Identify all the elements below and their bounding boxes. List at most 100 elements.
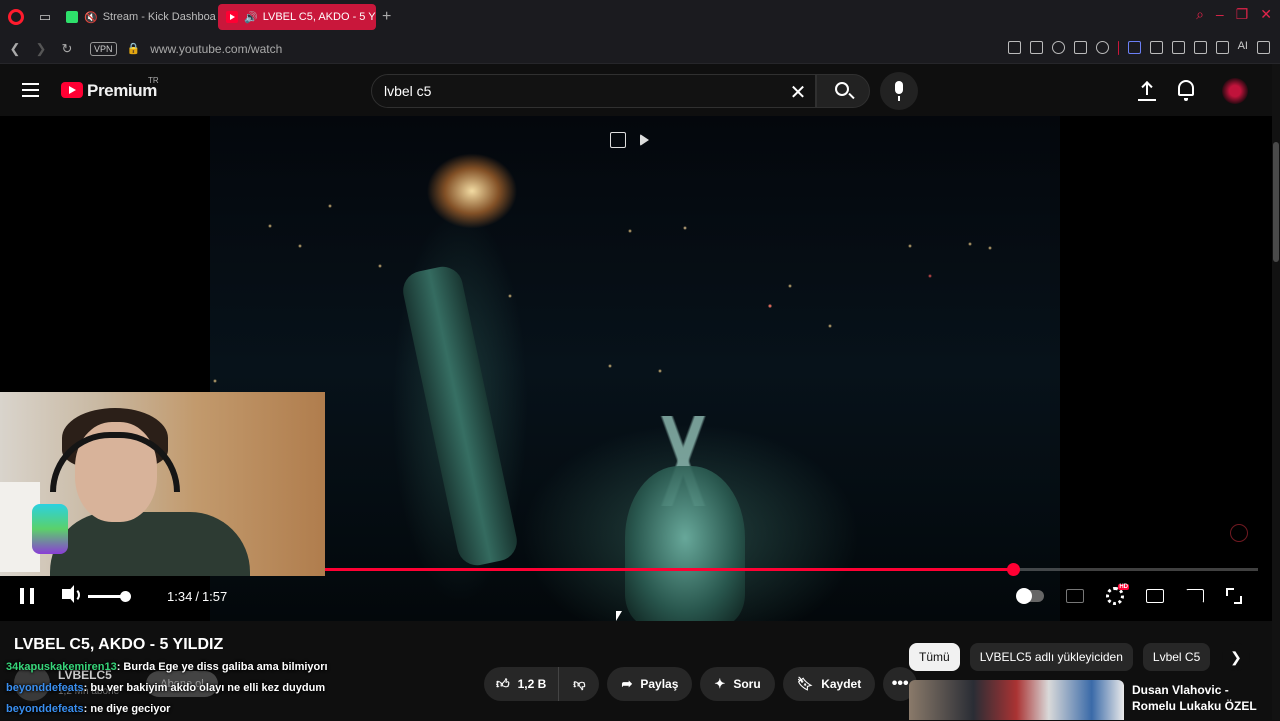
ask-label: Soru [733, 677, 761, 691]
subtitles-icon[interactable] [1066, 589, 1084, 603]
maximize-button[interactable]: ❐ [1236, 6, 1249, 23]
more-horizontal-icon: ••• [891, 675, 909, 692]
like-button[interactable]: 👍︎ 1,2 B [484, 667, 560, 701]
player-controls: 1:34/1:57 HD [0, 578, 1272, 618]
chip-lvbel-c5[interactable]: Lvbel C5 [1142, 643, 1211, 671]
chat-username: beyonddefeats [6, 682, 84, 694]
vpn-badge[interactable]: VPN [90, 41, 117, 56]
current-time: 1:34 [167, 589, 193, 604]
muted-speaker-icon[interactable]: 🔇 [84, 11, 98, 24]
voice-search-button[interactable] [880, 72, 918, 110]
thumbs-down-icon: 👎︎ [573, 676, 586, 691]
autoplay-toggle[interactable] [1016, 588, 1044, 604]
heart-icon[interactable] [1095, 41, 1109, 54]
video-overlay-controls [610, 132, 649, 148]
scrollbar-thumb[interactable] [1273, 142, 1279, 262]
opera-logo-icon[interactable] [8, 9, 24, 25]
address-bar: ❮ ❯ ↻ VPN 🔒 www.youtube.com/watch AI [0, 34, 1280, 64]
search-icon [835, 82, 849, 96]
profile-extension-icon[interactable] [1193, 41, 1207, 54]
microphone-icon [895, 81, 903, 101]
search-input[interactable]: lvbel c5 ✕ [371, 74, 816, 108]
menu-icon[interactable] [1257, 41, 1270, 54]
thumbs-up-icon: 👍︎ [496, 676, 510, 691]
shield-icon[interactable] [1051, 41, 1065, 54]
puzzle-icon[interactable] [1171, 41, 1185, 54]
tab-label: LVBEL C5, AKDO - 5 YILDIZ [262, 11, 376, 23]
miniplayer-overlay-icon[interactable] [610, 132, 626, 148]
page-scrollbar[interactable] [1272, 64, 1280, 720]
video-frame[interactable] [210, 116, 1060, 621]
dislike-button[interactable]: 👎︎ [559, 667, 599, 701]
hd-badge: HD [1118, 584, 1129, 590]
search-tabs-icon[interactable]: ⌕ [1196, 6, 1204, 23]
fullscreen-icon[interactable] [1226, 588, 1242, 604]
chips-next-arrow-icon[interactable]: ❯ [1222, 643, 1250, 671]
close-window-button[interactable]: ✕ [1260, 6, 1272, 23]
volume-knob[interactable] [120, 591, 131, 602]
clear-search-icon[interactable]: ✕ [787, 80, 809, 105]
youtube-logo-icon[interactable] [61, 82, 83, 98]
chip-all[interactable]: Tümü [909, 643, 960, 671]
tab-kick-dashboard[interactable]: 🔇 Stream - Kick Dashboar [58, 4, 216, 30]
account-avatar[interactable] [1222, 78, 1248, 104]
forward-button[interactable]: ❯ [30, 41, 52, 57]
toolbar-divider [1117, 41, 1119, 55]
audio-extension-icon[interactable] [1127, 41, 1141, 54]
like-count: 1,2 B [517, 677, 547, 691]
chat-username: 34kapuskakemiren13 [6, 661, 117, 673]
webcam-rgb-microphone [32, 504, 68, 554]
pause-button[interactable] [20, 588, 34, 604]
share-button[interactable]: ➦ Paylaş [607, 667, 693, 701]
upload-icon-base [1138, 99, 1156, 101]
recommended-video-title[interactable]: Dusan Vlahovic - Romelu Lukaku ÖZEL [1132, 682, 1262, 714]
player-controls-right: HD [1016, 584, 1242, 605]
country-code: TR [148, 76, 159, 85]
next-overlay-icon[interactable] [640, 134, 649, 146]
mouse-cursor [616, 611, 622, 621]
search-query[interactable]: lvbel c5 [384, 83, 431, 99]
chip-from-uploader[interactable]: LVBELC5 adlı yükleyiciden [969, 643, 1133, 671]
webcam-overlay [0, 392, 325, 576]
ask-button[interactable]: ✦ Soru [700, 667, 775, 701]
ar-overlay-icon[interactable] [1230, 524, 1248, 542]
tab-label: Stream - Kick Dashboar [102, 11, 216, 23]
workspaces-icon[interactable]: ▭ [32, 4, 58, 30]
ai-button[interactable]: AI [1238, 40, 1248, 55]
save-button[interactable]: 🔖︎ Kaydet [782, 667, 876, 701]
speaker-icon[interactable]: 🔊 [244, 11, 258, 24]
browser-tab-bar: ▭ 🔇 Stream - Kick Dashboar 🔊 LVBEL C5, A… [0, 0, 1280, 34]
snapshot-icon[interactable] [1029, 41, 1043, 54]
extension-icon[interactable] [1149, 41, 1163, 54]
cast-icon[interactable] [1186, 589, 1204, 603]
pin-icon[interactable] [1007, 41, 1021, 54]
time-display: 1:34/1:57 [167, 589, 228, 604]
share-icon: ➦ [621, 676, 633, 691]
volume-icon[interactable] [62, 585, 74, 603]
kick-favicon-icon [66, 11, 78, 23]
recommended-video-thumbnail[interactable] [909, 680, 1124, 720]
download-icon[interactable] [1215, 41, 1229, 54]
back-button[interactable]: ❮ [4, 41, 26, 57]
notifications-bell-icon[interactable] [1178, 80, 1194, 101]
youtube-brand[interactable]: Premium [87, 81, 157, 101]
recommendation-chips: Tümü LVBELC5 adlı yükleyiciden Lvbel C5 [909, 643, 1211, 671]
chat-message: beyonddefeats: ne diye geciyor [0, 700, 330, 721]
play-icon[interactable] [1073, 41, 1087, 54]
minimize-button[interactable]: – [1216, 6, 1224, 23]
webcam-person-shirt [50, 512, 250, 576]
search-button[interactable] [816, 74, 870, 108]
duration: 1:57 [201, 589, 228, 604]
hamburger-menu-icon[interactable] [22, 83, 39, 97]
settings-gear-icon[interactable]: HD [1106, 584, 1129, 605]
lock-icon[interactable]: 🔒 [127, 42, 141, 55]
upload-icon[interactable] [1138, 80, 1156, 100]
miniplayer-icon[interactable] [1146, 589, 1164, 603]
tab-youtube-video[interactable]: 🔊 LVBEL C5, AKDO - 5 YILDIZ [218, 4, 376, 30]
chat-username: beyonddefeats [6, 703, 84, 715]
reload-button[interactable]: ↻ [56, 41, 78, 57]
progress-scrubber[interactable] [1007, 563, 1021, 576]
chat-message: 34kapuskakemiren13: Burda Ege ye diss ga… [0, 658, 330, 679]
url-field[interactable]: www.youtube.com/watch [150, 42, 282, 56]
new-tab-button[interactable]: + [382, 8, 391, 26]
